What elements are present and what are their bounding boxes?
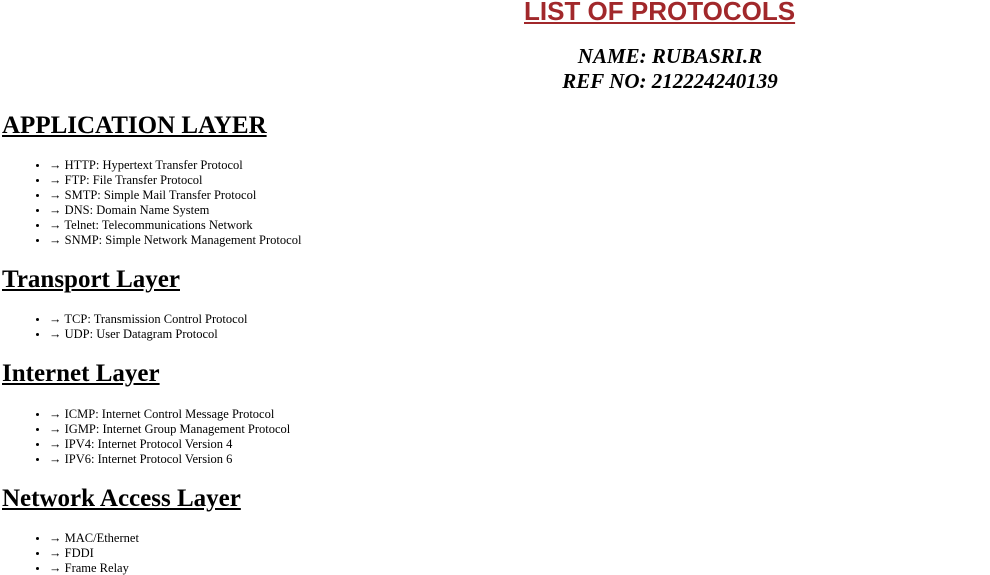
list-item: → DNS: Domain Name System [49,203,301,218]
list-item: → IPV4: Internet Protocol Version 4 [49,437,290,452]
list-item: → IGMP: Internet Group Management Protoc… [49,422,290,437]
list-item: → TCP: Transmission Control Protocol [49,312,247,327]
list-item: → IPV6: Internet Protocol Version 6 [49,452,290,467]
list-item: → SNMP: Simple Network Management Protoc… [49,233,301,248]
list-item: → SMTP: Simple Mail Transfer Protocol [49,188,301,203]
internet-layer-list: → ICMP: Internet Control Message Protoco… [0,407,290,467]
page-title: LIST OF PROTOCOLS [524,0,796,26]
application-layer-heading: APPLICATION LAYER [2,112,267,139]
list-item: → HTTP: Hypertext Transfer Protocol [49,158,301,173]
transport-layer-list: → TCP: Transmission Control Protocol → U… [0,312,247,342]
list-item: → Telnet: Telecommunications Network [49,218,301,233]
transport-layer-heading: Transport Layer [2,266,180,293]
internet-layer-heading: Internet Layer [2,360,160,387]
network-access-layer-list: → MAC/Ethernet → FDDI → Frame Relay [0,531,139,575]
network-access-layer-heading: Network Access Layer [2,485,241,512]
reference-number: REF NO: 212224240139 [562,69,778,93]
list-item: → MAC/Ethernet [49,531,139,546]
list-item: → ICMP: Internet Control Message Protoco… [49,407,290,422]
list-item: → FDDI [49,546,139,561]
list-item: → FTP: File Transfer Protocol [49,173,301,188]
application-layer-list: → HTTP: Hypertext Transfer Protocol → FT… [0,158,301,248]
list-item: → UDP: User Datagram Protocol [49,327,247,342]
author-name: NAME: RUBASRI.R [577,44,763,68]
list-item: → Frame Relay [49,561,139,575]
